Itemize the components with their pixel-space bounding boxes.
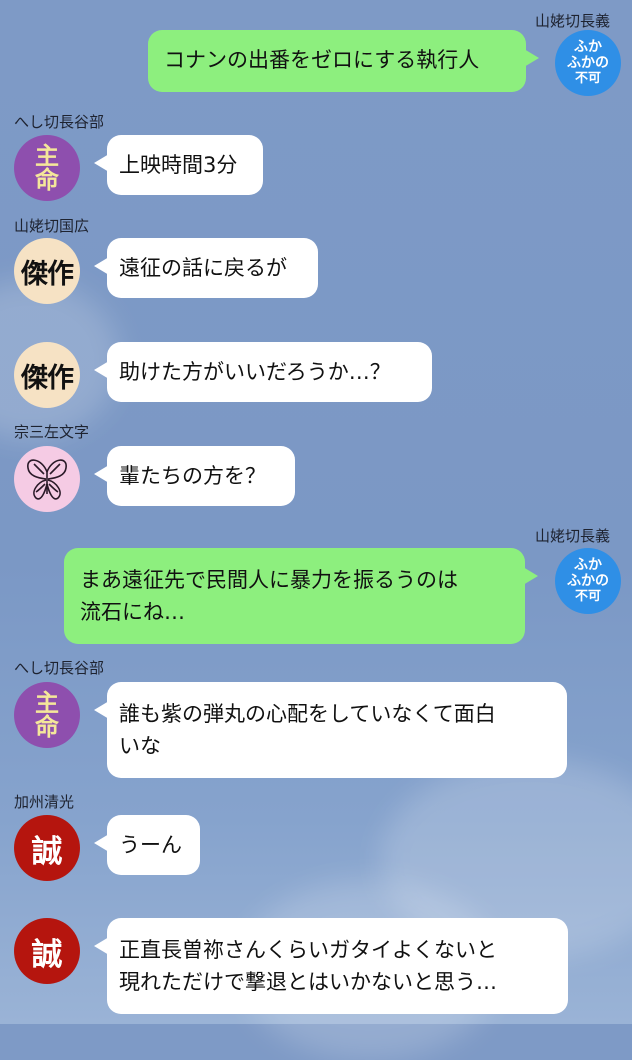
message-bubble[interactable]: 誰も紫の弾丸の心配をしていなくて面白 いな [94, 682, 567, 778]
avatar-glyph: 傑作 [21, 362, 74, 394]
avatar-glyph: 命 [35, 165, 59, 194]
message-bubble[interactable]: コナンの出番をゼロにする執行人 [148, 30, 539, 92]
avatar-glyph: 不可 [574, 589, 601, 604]
avatar[interactable]: 誠 [14, 918, 80, 984]
message-bubble[interactable]: うーん [94, 815, 200, 875]
sender-name: 加州清光 [14, 793, 75, 811]
avatar-glyph: 不可 [574, 71, 601, 86]
sender-name: へし切長谷部 [14, 659, 105, 677]
sender-name: 宗三左文字 [14, 423, 90, 441]
message-bubble[interactable]: 輩たちの方を？ [94, 446, 295, 506]
avatar[interactable] [14, 446, 80, 512]
message-bubble[interactable]: まあ遠征先で民間人に暴力を振るうのは 流石にね… [64, 548, 538, 644]
avatar[interactable]: ふか ふかの 不可 [555, 30, 621, 96]
avatar[interactable]: ふか ふかの 不可 [555, 548, 621, 614]
avatar[interactable]: 傑作 [14, 342, 80, 408]
sender-name: 山姥切国広 [14, 217, 90, 235]
sender-name: へし切長谷部 [14, 113, 105, 131]
sender-name: 山姥切長義 [535, 527, 611, 545]
avatar[interactable]: 主命 [14, 135, 80, 201]
message-bubble[interactable]: 上映時間3分 [94, 135, 263, 195]
avatar-glyph: 誠 [31, 833, 63, 870]
avatar-glyph: 誠 [31, 936, 63, 973]
avatar-glyph: 命 [35, 712, 59, 741]
butterfly-icon [22, 454, 72, 504]
avatar-glyph: 傑作 [21, 258, 74, 290]
avatar-glyph: ふかの [567, 573, 609, 589]
message-bubble[interactable]: 遠征の話に戻るが [94, 238, 318, 298]
avatar-glyph: ふか [574, 39, 602, 55]
sender-name: 山姥切長義 [535, 12, 611, 30]
message-bubble[interactable]: 助けた方がいいだろうか…？ [94, 342, 432, 402]
avatar-glyph: ふかの [567, 55, 609, 71]
message-bubble[interactable]: 正直長曽祢さんくらいガタイよくないと 現れただけで撃退とはいかないと思う… [94, 918, 568, 1014]
avatar-glyph: ふか [574, 557, 602, 573]
avatar[interactable]: 誠 [14, 815, 80, 881]
avatar[interactable]: 傑作 [14, 238, 80, 304]
avatar[interactable]: 主命 [14, 682, 80, 748]
